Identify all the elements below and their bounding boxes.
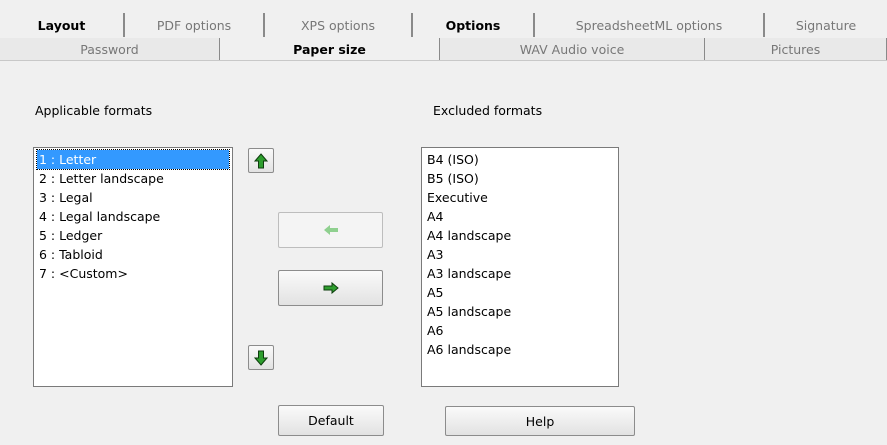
tab-password[interactable]: Password bbox=[0, 38, 220, 60]
tab-label: Options bbox=[445, 17, 501, 33]
list-item[interactable]: A4 landscape bbox=[425, 226, 615, 245]
tab-label: Signature bbox=[795, 17, 857, 33]
arrow-right-icon bbox=[323, 282, 339, 294]
tab-label: XPS options bbox=[300, 17, 376, 33]
list-item[interactable]: 3 : Legal bbox=[37, 188, 229, 207]
default-button[interactable]: Default bbox=[278, 405, 384, 436]
list-item[interactable]: A6 landscape bbox=[425, 340, 615, 359]
arrow-down-icon bbox=[254, 350, 268, 366]
list-item[interactable]: 5 : Ledger bbox=[37, 226, 229, 245]
list-item[interactable]: B4 (ISO) bbox=[425, 150, 615, 169]
list-item[interactable]: 4 : Legal landscape bbox=[37, 207, 229, 226]
tab-layout[interactable]: Layout bbox=[0, 13, 125, 37]
list-item[interactable]: A3 landscape bbox=[425, 264, 615, 283]
move-left-button[interactable] bbox=[278, 212, 383, 248]
tab-label: Paper size bbox=[293, 41, 366, 57]
excluded-formats-label: Excluded formats bbox=[433, 103, 543, 118]
list-item[interactable]: Executive bbox=[425, 188, 615, 207]
list-item[interactable]: 1 : Letter bbox=[36, 149, 230, 170]
move-right-button[interactable] bbox=[278, 270, 383, 306]
help-button[interactable]: Help bbox=[445, 406, 635, 436]
list-item[interactable]: A4 bbox=[425, 207, 615, 226]
tab-row-secondary: Password Paper size WAV Audio voice Pict… bbox=[0, 38, 887, 61]
list-item[interactable]: A6 bbox=[425, 321, 615, 340]
list-item[interactable]: A5 landscape bbox=[425, 302, 615, 321]
arrow-up-icon bbox=[254, 152, 268, 169]
tab-signature[interactable]: Signature bbox=[765, 13, 887, 37]
applicable-formats-list[interactable]: 1 : Letter 2 : Letter landscape 3 : Lega… bbox=[33, 147, 233, 387]
tab-label: Pictures bbox=[770, 41, 821, 57]
tab-paper-size[interactable]: Paper size bbox=[220, 38, 440, 60]
list-item[interactable]: A3 bbox=[425, 245, 615, 264]
tab-pictures[interactable]: Pictures bbox=[705, 38, 887, 60]
tab-spreadsheetml-options[interactable]: SpreadsheetML options bbox=[535, 13, 765, 37]
tab-label: Password bbox=[80, 41, 139, 57]
list-item[interactable]: B5 (ISO) bbox=[425, 169, 615, 188]
list-item[interactable]: 7 : <Custom> bbox=[37, 264, 229, 283]
tab-wav-audio-voice[interactable]: WAV Audio voice bbox=[440, 38, 705, 60]
arrow-left-icon bbox=[323, 224, 339, 236]
tab-options[interactable]: Options bbox=[413, 13, 535, 37]
move-up-button[interactable] bbox=[248, 148, 274, 173]
tab-row-primary: Layout PDF options XPS options Options S… bbox=[0, 13, 887, 37]
list-item[interactable]: 2 : Letter landscape bbox=[37, 169, 229, 188]
tab-pdf-options[interactable]: PDF options bbox=[125, 13, 265, 37]
excluded-formats-list[interactable]: B4 (ISO) B5 (ISO) Executive A4 A4 landsc… bbox=[421, 147, 619, 387]
tab-label: SpreadsheetML options bbox=[575, 17, 723, 33]
list-item[interactable]: A5 bbox=[425, 283, 615, 302]
tab-label: Layout bbox=[37, 17, 86, 33]
list-item[interactable]: 6 : Tabloid bbox=[37, 245, 229, 264]
applicable-formats-label: Applicable formats bbox=[35, 103, 153, 118]
move-down-button[interactable] bbox=[248, 345, 274, 370]
tab-label: PDF options bbox=[156, 17, 232, 33]
tab-xps-options[interactable]: XPS options bbox=[265, 13, 413, 37]
tab-label: WAV Audio voice bbox=[519, 41, 625, 57]
